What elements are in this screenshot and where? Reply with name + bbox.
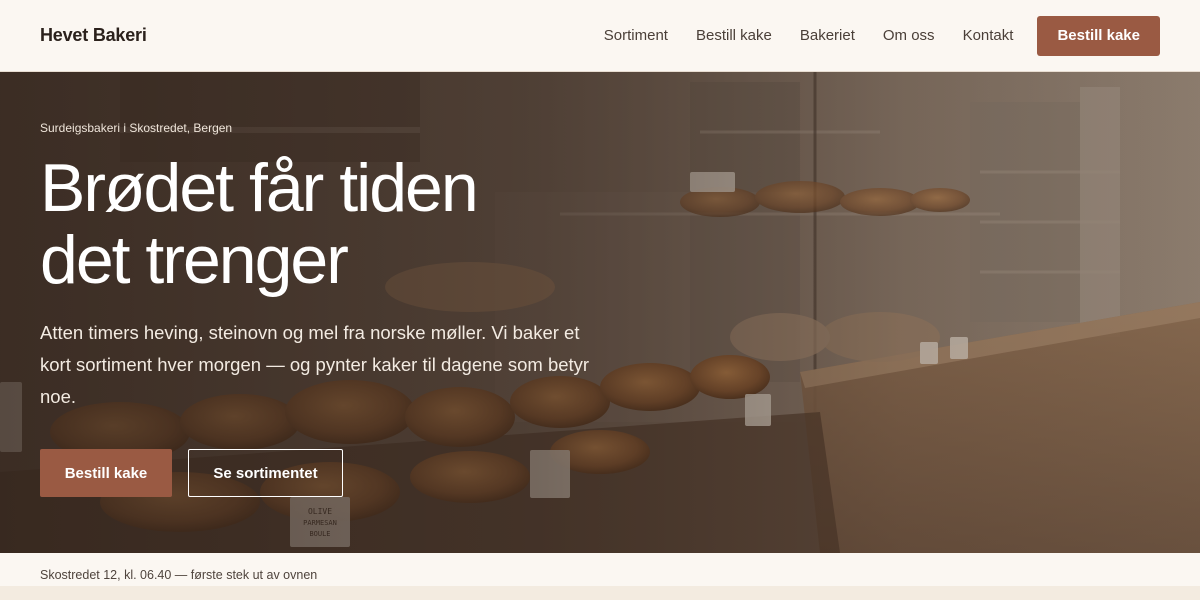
hero-eyebrow: Surdeigsbakeri i Skostredet, Bergen xyxy=(40,121,233,135)
hero-title-line-1: Brødet får tiden xyxy=(40,150,479,226)
info-bar: Skostredet 12, kl. 06.40 — første stek u… xyxy=(0,553,1200,586)
hero-lead: Atten timers heving, steinovn og mel fra… xyxy=(40,322,590,407)
order-cake-button[interactable]: Bestill kake xyxy=(40,449,172,497)
nav-link-sortiment[interactable]: Sortiment xyxy=(604,27,668,44)
site-header: Hevet Bakeri Sortiment Bestill kake Bake… xyxy=(0,0,1200,72)
hero-overlay xyxy=(0,72,1200,553)
hero-title-line-2: det trenger xyxy=(40,222,349,298)
nav-link-kontakt[interactable]: Kontakt xyxy=(963,27,1014,44)
header-order-cake-button[interactable]: Bestill kake xyxy=(1037,15,1160,56)
info-bar-text: Skostredet 12, kl. 06.40 — første stek u… xyxy=(40,568,318,582)
nav-link-om-oss[interactable]: Om oss xyxy=(883,27,935,44)
nav-link-bestill-kake[interactable]: Bestill kake xyxy=(696,27,772,44)
see-assortment-button[interactable]: Se sortimentet xyxy=(188,449,343,497)
hero-section: OLIVE PARMESAN BOULE Surdeigsbakeri i Sk… xyxy=(0,72,1200,553)
nav-link-bakeriet[interactable]: Bakeriet xyxy=(800,27,855,44)
main-nav: Sortiment Bestill kake Bakeriet Om oss K… xyxy=(576,15,1160,56)
bottom-strip xyxy=(0,586,1200,600)
logo[interactable]: Hevet Bakeri xyxy=(40,25,147,46)
hero-title: Brødet får tiden det trenger xyxy=(40,152,660,296)
